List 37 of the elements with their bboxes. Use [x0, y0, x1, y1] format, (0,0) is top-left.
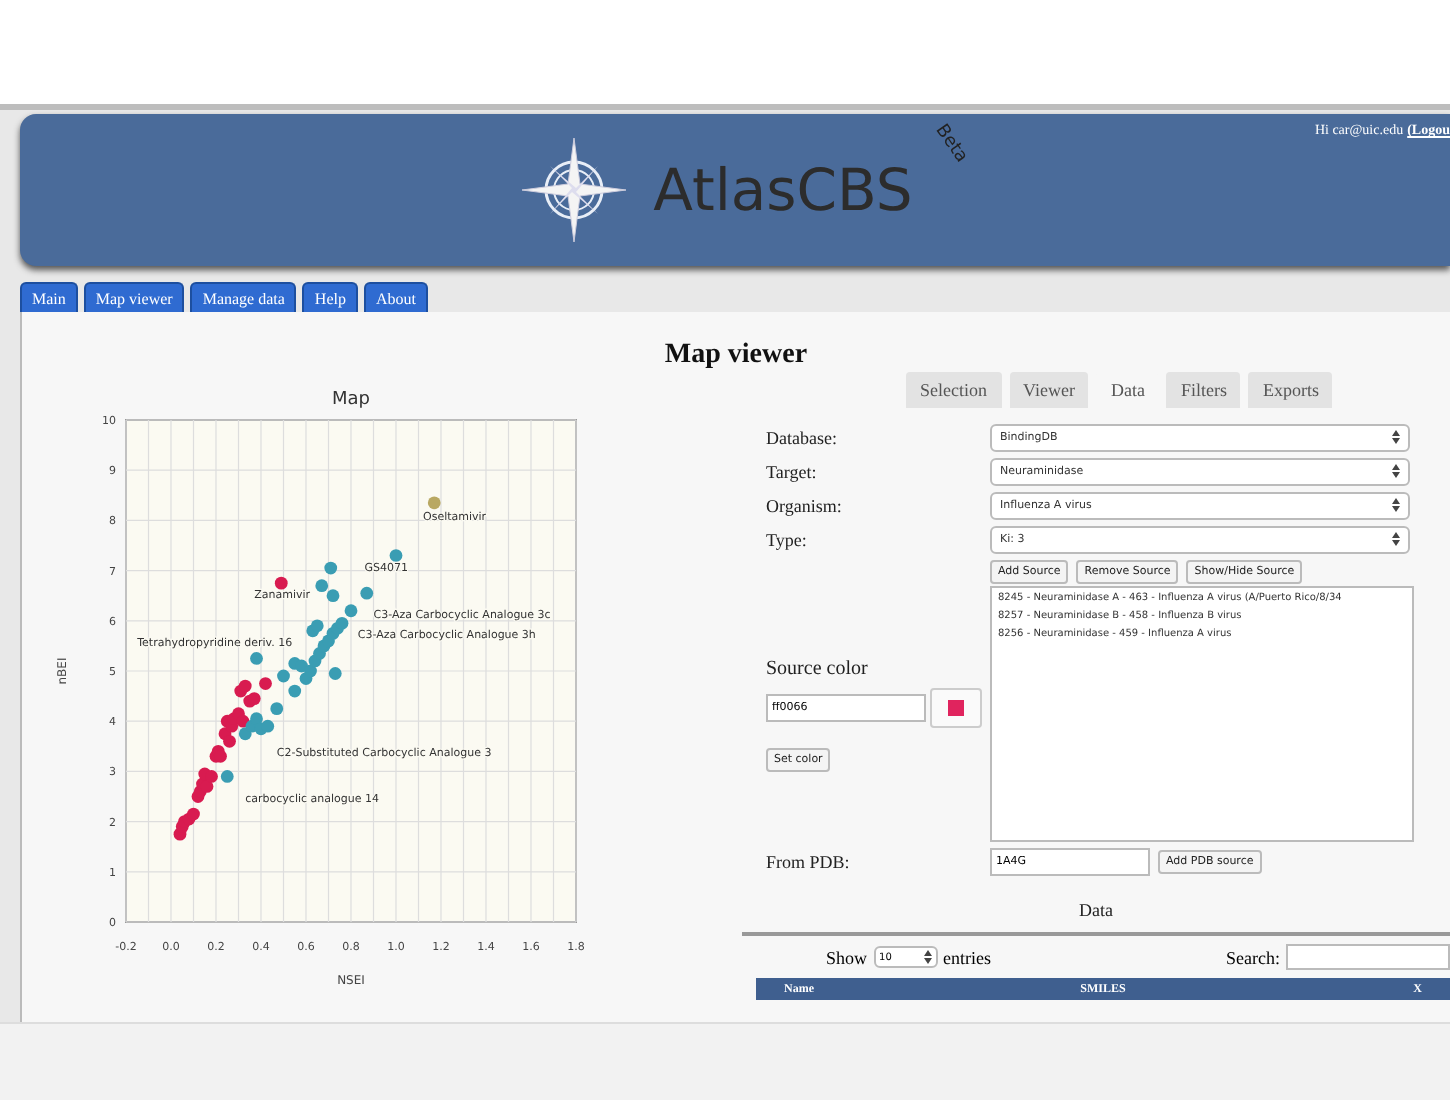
field-label: Target:	[766, 461, 819, 482]
panel-tab[interactable]: Filters	[1166, 372, 1241, 409]
chart-title: Map	[332, 390, 370, 411]
nav-tab[interactable]: Map viewer	[83, 282, 185, 313]
nav-tab[interactable]: Manage data	[190, 282, 297, 313]
field-label: From PDB:	[766, 852, 852, 873]
nav-tab[interactable]: Main	[20, 282, 78, 313]
nav-tab[interactable]: About	[363, 282, 428, 313]
search-label: Search:	[1226, 947, 1280, 968]
nav-tab[interactable]: Help	[302, 282, 358, 313]
select-arrows-icon	[1392, 498, 1400, 513]
panel-tab[interactable]: Selection	[906, 372, 1001, 409]
scatter-point	[360, 587, 374, 600]
scatter-point	[328, 667, 342, 681]
color-picker[interactable]	[930, 687, 982, 728]
field-label: Database:	[766, 427, 839, 448]
panel-tab[interactable]: Exports	[1248, 372, 1333, 409]
scatter-point	[270, 702, 284, 716]
select-arrows-icon	[1392, 464, 1400, 479]
field-label: Type:	[766, 529, 809, 550]
panel-tab[interactable]: Viewer	[1009, 372, 1089, 409]
search-field[interactable]	[1286, 944, 1450, 971]
select-arrows-icon	[923, 950, 932, 965]
select-arrows-icon	[1392, 532, 1400, 547]
scatter-point	[389, 549, 403, 563]
scatter-point	[274, 576, 288, 590]
field-label: Organism:	[766, 495, 844, 516]
entries-label: entries	[943, 947, 992, 968]
page-title: Map viewer	[662, 340, 810, 373]
scatter-point	[250, 652, 263, 666]
show-label: Show	[826, 947, 868, 968]
scatter-point	[324, 561, 338, 575]
scatter-point	[427, 496, 441, 510]
select-arrows-icon	[1392, 430, 1400, 445]
section-title: Data	[742, 882, 1450, 937]
logo-text: AtlasCBS	[653, 156, 913, 225]
source-color-label: Source color	[766, 657, 870, 680]
